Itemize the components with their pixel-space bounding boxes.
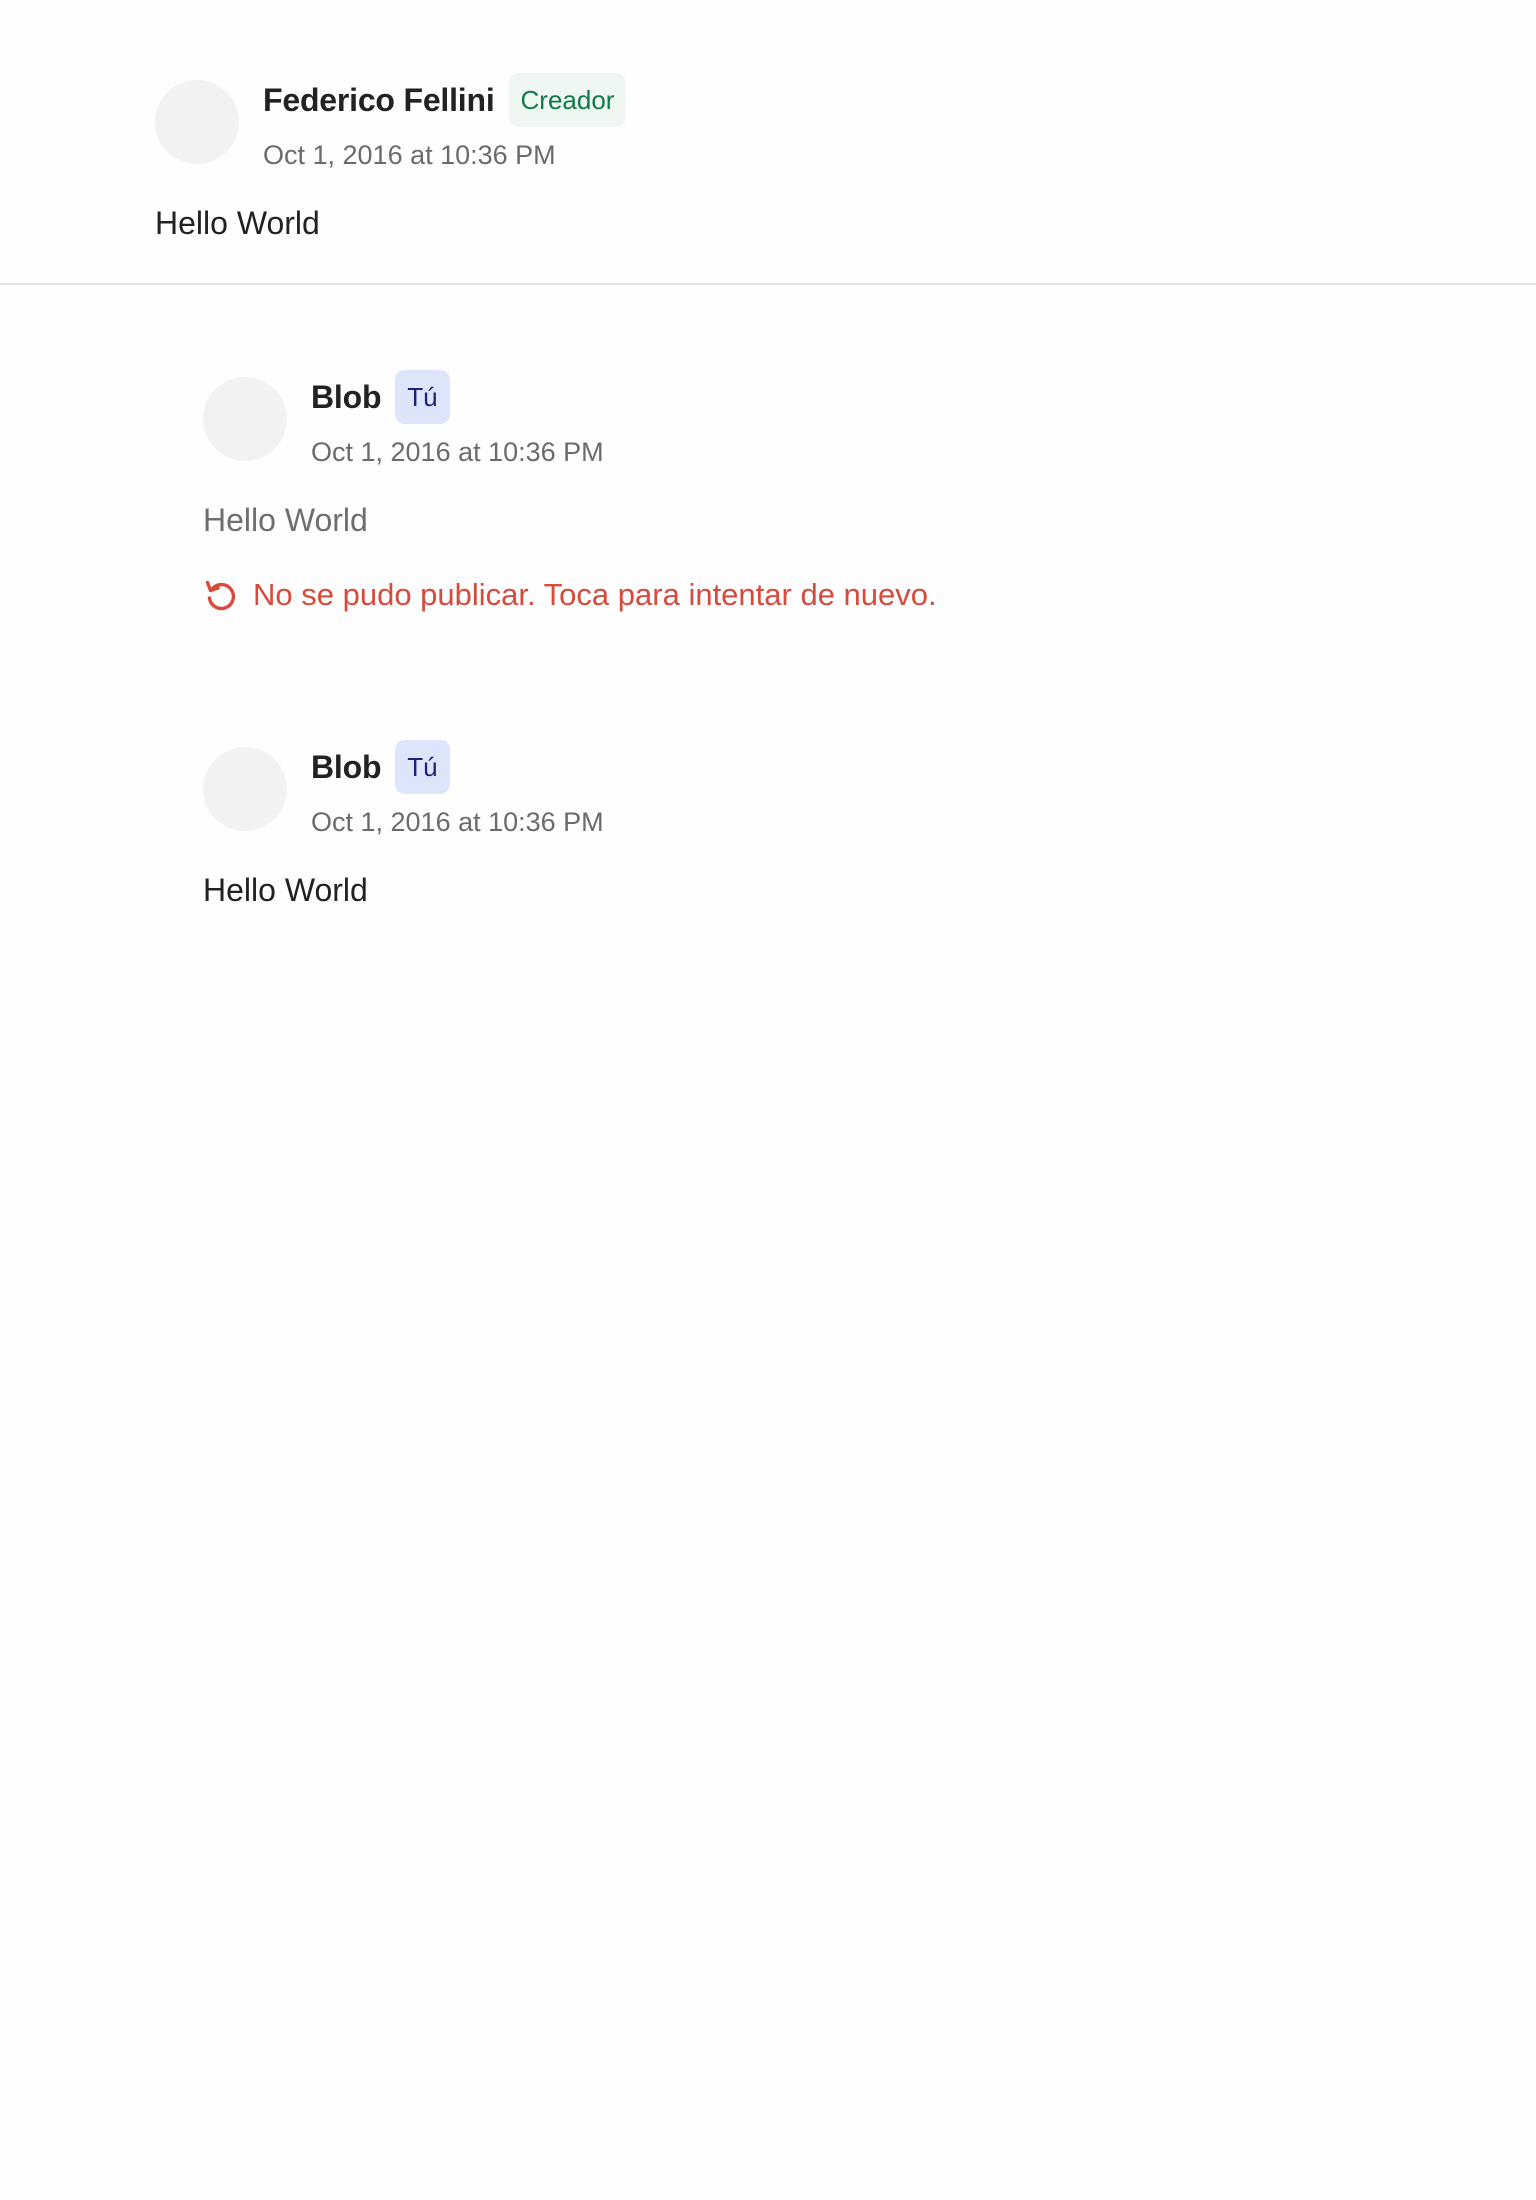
retry-post-button[interactable]: No se pudo publicar. Toca para intentar … [203, 577, 937, 613]
comment-body: Hello World [155, 205, 320, 241]
avatar[interactable] [155, 80, 239, 164]
author-name[interactable]: Federico Fellini [263, 82, 495, 119]
comment-header: Blob Tú Oct 1, 2016 at 10:36 PM [203, 739, 604, 838]
reply-comment: Blob Tú Oct 1, 2016 at 10:36 PM Hello Wo… [203, 739, 604, 909]
comment-thread: Federico Fellini Creador Oct 1, 2016 at … [0, 0, 1536, 2200]
you-badge: Tú [395, 740, 450, 794]
main-comment: Federico Fellini Creador Oct 1, 2016 at … [155, 72, 627, 242]
comment-meta: Blob Tú Oct 1, 2016 at 10:36 PM [311, 739, 604, 838]
avatar[interactable] [203, 747, 287, 831]
comment-meta: Federico Fellini Creador Oct 1, 2016 at … [263, 72, 627, 171]
author-row: Blob Tú [311, 739, 604, 795]
comment-header: Blob Tú Oct 1, 2016 at 10:36 PM [203, 369, 937, 468]
comment-timestamp: Oct 1, 2016 at 10:36 PM [311, 807, 604, 837]
comment-body: Hello World [203, 872, 368, 908]
creator-badge: Creador [508, 73, 627, 127]
retry-icon [203, 577, 239, 613]
you-badge: Tú [395, 370, 450, 424]
comment-header: Federico Fellini Creador Oct 1, 2016 at … [155, 72, 627, 171]
author-name[interactable]: Blob [311, 749, 381, 786]
author-row: Federico Fellini Creador [263, 72, 627, 128]
author-name[interactable]: Blob [311, 379, 381, 416]
comment-timestamp: Oct 1, 2016 at 10:36 PM [263, 140, 556, 170]
comment-meta: Blob Tú Oct 1, 2016 at 10:36 PM [311, 369, 604, 468]
error-message: No se pudo publicar. Toca para intentar … [253, 577, 937, 612]
author-row: Blob Tú [311, 369, 604, 425]
thread-divider [0, 283, 1536, 285]
comment-body: Hello World [203, 502, 368, 538]
reply-comment-failed: Blob Tú Oct 1, 2016 at 10:36 PM Hello Wo… [203, 369, 937, 613]
comment-timestamp: Oct 1, 2016 at 10:36 PM [311, 437, 604, 467]
avatar[interactable] [203, 377, 287, 461]
